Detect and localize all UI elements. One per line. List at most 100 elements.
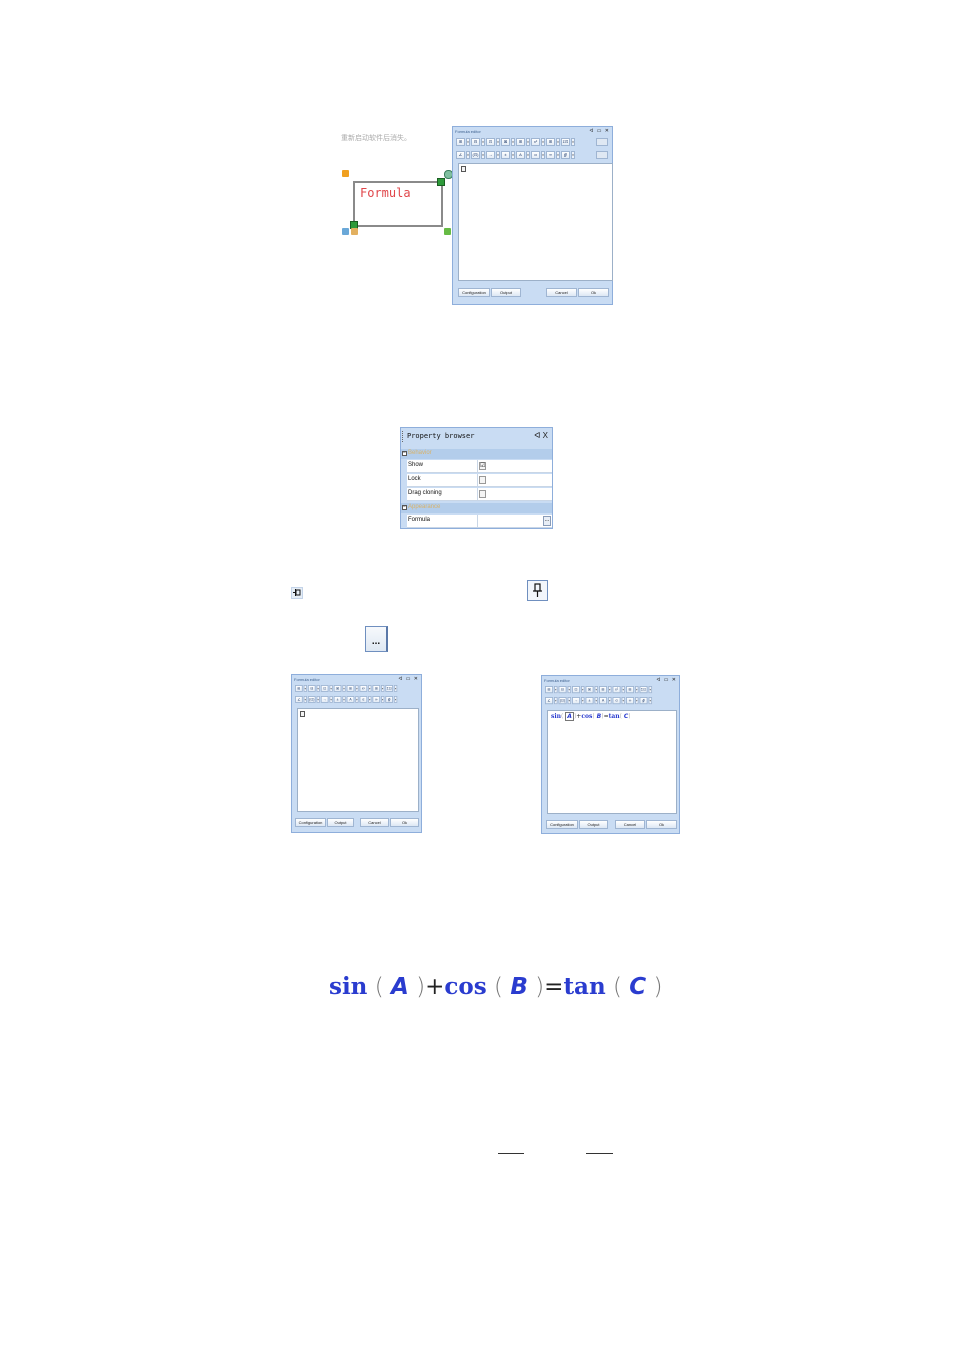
pin-horizontal-icon[interactable] [291, 587, 303, 599]
toolbar-btn[interactable]: ⊠ [585, 686, 594, 694]
toolbar-btn[interactable]: ⊡ [486, 138, 495, 146]
toolbar-btn[interactable]: ⊞ [599, 686, 608, 694]
toolbar-dropdown[interactable]: ▾ [541, 138, 545, 146]
expand-icon[interactable] [444, 228, 451, 235]
show-checkbox[interactable]: ☑ [479, 462, 486, 470]
toolbar-btn[interactable]: α [531, 151, 540, 159]
toolbar-btn[interactable]: ∯ [561, 151, 570, 159]
toolbar-dropdown[interactable]: ▾ [355, 696, 359, 703]
category-behavior[interactable]: − Behavior [401, 449, 552, 459]
category-appearance[interactable]: − Appearance [401, 503, 552, 513]
toolbar-dropdown[interactable]: ▾ [554, 686, 558, 694]
toolbar-dropdown[interactable]: ▾ [635, 686, 639, 694]
toolbar-btn[interactable]: ⊡ [572, 686, 581, 694]
toolbar-btn[interactable]: Σ⊡ [385, 685, 394, 692]
toolbar-btn[interactable]: ⊟ [471, 138, 480, 146]
toolbar-dropdown[interactable]: ▾ [594, 697, 599, 705]
toolbar-btn[interactable]: ± [585, 697, 594, 705]
output-button[interactable]: Output [327, 818, 354, 827]
toolbar-btn[interactable]: ⊠ [501, 138, 510, 146]
toolbar-btn[interactable]: ⊡ [320, 685, 329, 692]
toolbar-dropdown[interactable]: ▾ [393, 696, 398, 703]
toolbar-btn[interactable]: Σ⊡ [639, 686, 648, 694]
toolbar-dropdown[interactable]: ▾ [496, 151, 500, 159]
property-row-drag-cloning[interactable]: Drag cloning [407, 488, 552, 501]
add-icon[interactable] [342, 170, 349, 177]
collapse-icon[interactable]: − [402, 451, 407, 456]
window-controls[interactable]: ᐊ ▭ ✕ [398, 676, 419, 683]
edit-list-icon[interactable] [351, 228, 358, 235]
output-button[interactable]: Output [491, 288, 521, 297]
toolbar-dropdown[interactable]: ▾ [329, 696, 333, 703]
toolbar-dropdown[interactable]: ▾ [567, 686, 572, 694]
toolbar-btn[interactable]: α [359, 696, 368, 703]
lock-checkbox[interactable] [479, 476, 486, 484]
formula-widget-box[interactable]: Formula [353, 181, 443, 227]
toolbar-extra-button[interactable] [596, 151, 608, 159]
toolbar-btn[interactable]: ∞ [372, 696, 381, 703]
toolbar-dropdown[interactable]: ▾ [381, 685, 385, 692]
property-row-formula[interactable]: Formula ... [407, 515, 552, 528]
toolbar-btn[interactable]: ⊞ [516, 138, 525, 146]
formula-edit-area[interactable] [458, 163, 613, 281]
toolbar-btn[interactable]: ⊠ [333, 685, 342, 692]
toolbar-btn[interactable]: x² [531, 138, 540, 146]
toolbar-dropdown[interactable]: ▾ [554, 697, 558, 705]
toolbar-btn[interactable]: x² [612, 686, 621, 694]
toolbar-dropdown[interactable]: ▾ [316, 696, 320, 703]
configuration-button[interactable]: Configuration [295, 818, 326, 827]
toolbar-dropdown[interactable]: ▾ [648, 686, 653, 694]
toolbar-extra-button[interactable] [596, 138, 608, 146]
toolbar-btn[interactable]: → [486, 151, 495, 159]
toolbar-dropdown[interactable]: ▾ [466, 151, 470, 159]
cancel-button[interactable]: Cancel [546, 288, 577, 297]
toolbar-btn[interactable]: A [599, 697, 608, 705]
toolbar-dropdown[interactable]: ▾ [621, 686, 626, 694]
toolbar-dropdown[interactable]: ▾ [526, 138, 530, 146]
toolbar-btn[interactable]: ⊞ [545, 686, 554, 694]
configuration-button[interactable]: Configuration [546, 820, 578, 829]
ok-button[interactable]: Ok [646, 820, 677, 829]
toolbar-btn[interactable]: (⊡) [558, 697, 567, 705]
toolbar-dropdown[interactable]: ▾ [342, 696, 346, 703]
toolbar-dropdown[interactable]: ▾ [526, 151, 530, 159]
toolbar-dropdown[interactable]: ▾ [571, 138, 575, 146]
toolbar-btn[interactable]: ∯ [385, 696, 394, 703]
toolbar-dropdown[interactable]: ▾ [571, 151, 575, 159]
configuration-button[interactable]: Configuration [458, 288, 490, 297]
toolbar-dropdown[interactable]: ▾ [556, 138, 560, 146]
toolbar-dropdown[interactable]: ▾ [355, 685, 359, 692]
toolbar-btn[interactable]: x² [359, 685, 368, 692]
resize-handle-top-right[interactable] [437, 178, 445, 186]
cancel-button[interactable]: Cancel [360, 818, 389, 827]
toolbar-dropdown[interactable]: ▾ [303, 685, 308, 692]
toolbar-btn[interactable]: ∠ [295, 696, 303, 703]
toolbar-btn[interactable]: ⊞ [295, 685, 303, 692]
collapse-icon[interactable]: − [402, 505, 407, 510]
toolbar-btn[interactable]: ∯ [639, 697, 648, 705]
toolbar-dropdown[interactable]: ▾ [303, 696, 308, 703]
toolbar-btn[interactable]: ± [333, 696, 342, 703]
drag-grip[interactable] [402, 431, 405, 442]
toolbar-dropdown[interactable]: ▾ [511, 151, 515, 159]
toolbar-dropdown[interactable]: ▾ [329, 685, 333, 692]
panel-controls[interactable]: ᐊ X [534, 431, 548, 440]
toolbar-btn[interactable]: ⊞ [456, 138, 465, 146]
property-row-lock[interactable]: Lock [407, 474, 552, 487]
toolbar-dropdown[interactable]: ▾ [608, 697, 612, 705]
toolbar-dropdown[interactable]: ▾ [342, 685, 346, 692]
window-controls[interactable]: ᐊ ▭ ✕ [589, 128, 610, 135]
cancel-button[interactable]: Cancel [615, 820, 645, 829]
toolbar-dropdown[interactable]: ▾ [511, 138, 515, 146]
toolbar-dropdown[interactable]: ▾ [466, 138, 470, 146]
toolbar-btn[interactable]: ⊞ [346, 685, 355, 692]
toolbar-dropdown[interactable]: ▾ [648, 697, 653, 705]
toolbar-dropdown[interactable]: ▾ [381, 696, 385, 703]
formula-ellipsis-button[interactable]: ... [543, 516, 551, 526]
toolbar-btn[interactable]: α [612, 697, 621, 705]
toolbar-btn[interactable]: Σ⊡ [561, 138, 570, 146]
toolbar-btn[interactable]: A [346, 696, 355, 703]
toolbar-dropdown[interactable]: ▾ [581, 697, 585, 705]
toolbar-dropdown[interactable]: ▾ [368, 696, 372, 703]
drag-cloning-checkbox[interactable] [479, 490, 486, 498]
